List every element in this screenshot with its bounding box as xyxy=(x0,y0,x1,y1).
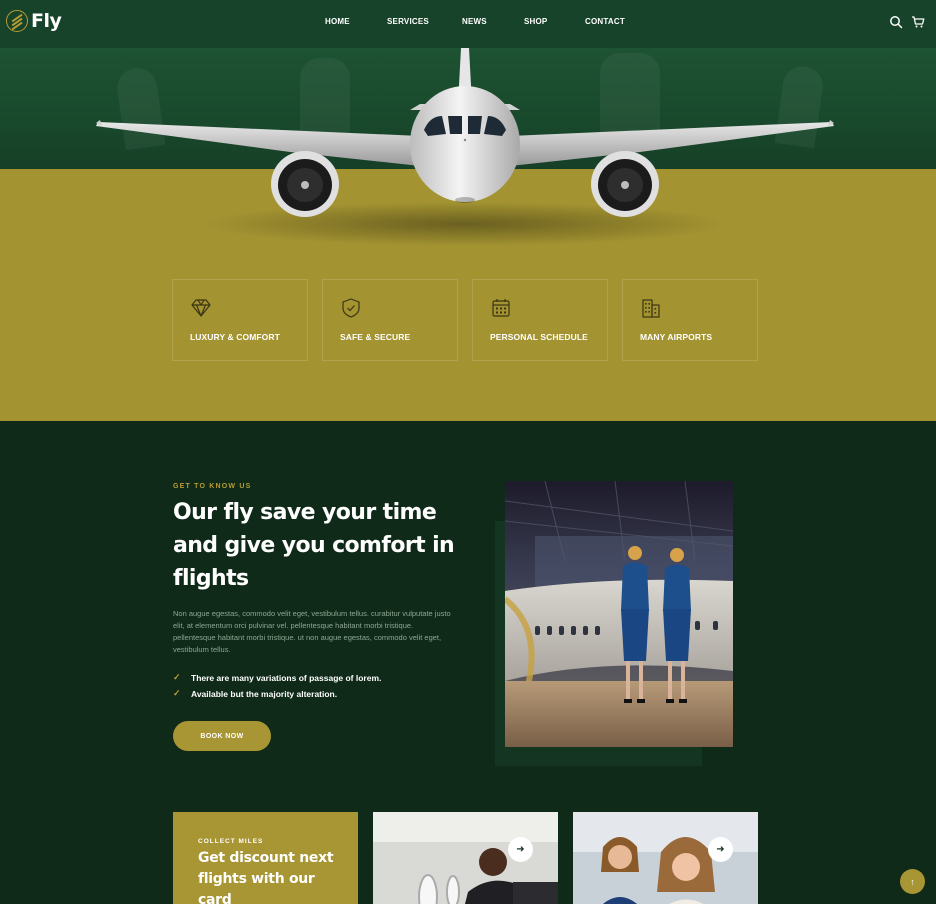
nav-contact[interactable]: CONTACT xyxy=(585,17,625,26)
diamond-icon xyxy=(191,299,211,317)
flight-attendants-photo xyxy=(505,481,733,747)
feature-label: PERSONAL SCHEDULE xyxy=(490,332,588,342)
feature-safe: SAFE & SECURE xyxy=(322,279,458,361)
nav-services[interactable]: SERVICES xyxy=(387,17,429,26)
about-eyebrow: GET TO KNOW US xyxy=(173,483,252,490)
search-icon[interactable] xyxy=(889,15,903,29)
feature-airports: MANY AIRPORTS xyxy=(622,279,758,361)
cart-icon[interactable] xyxy=(911,15,925,29)
nav-shop[interactable]: SHOP xyxy=(524,17,547,26)
card-title: Get discount next flights with our card xyxy=(198,850,334,904)
about-title: Our fly save your time and give you comf… xyxy=(173,500,455,591)
feature-label: SAFE & SECURE xyxy=(340,332,411,342)
main-nav: HOME SERVICES NEWS SHOP CONTACT xyxy=(0,17,936,31)
nav-home[interactable]: HOME xyxy=(325,17,350,26)
arrow-up-icon: ↑ xyxy=(910,876,915,887)
crew-photo-card[interactable]: ➜ xyxy=(573,812,758,904)
shield-check-icon xyxy=(342,298,360,318)
cabin-photo-card[interactable]: ➜ xyxy=(373,812,558,904)
check-icon: ✓ xyxy=(173,672,181,682)
feature-label: MANY AIRPORTS xyxy=(640,332,713,342)
feature-label: LUXURY & COMFORT xyxy=(190,332,280,342)
collect-miles-card[interactable]: COLLECT MILES Get discount next flights … xyxy=(173,812,358,904)
check-item: ✓ There are many variations of passage o… xyxy=(173,672,381,683)
check-text: Available but the majority alteration. xyxy=(191,688,338,699)
card-eyebrow: COLLECT MILES xyxy=(198,838,264,845)
book-now-button[interactable]: BOOK NOW xyxy=(173,721,271,751)
check-text: There are many variations of passage of … xyxy=(191,672,382,683)
check-icon: ✓ xyxy=(173,688,181,698)
nav-news[interactable]: NEWS xyxy=(462,17,487,26)
airplane-image xyxy=(96,48,834,246)
about-text: Non augue egestas, commodo velit eget, v… xyxy=(173,609,451,654)
building-icon xyxy=(642,299,660,318)
scroll-top-button[interactable]: ↑ xyxy=(900,869,925,894)
passenger-photo xyxy=(373,812,558,904)
arrow-right-icon[interactable]: ➜ xyxy=(708,837,733,862)
site-header: Fly HOME SERVICES NEWS SHOP CONTACT xyxy=(0,0,936,48)
calendar-icon xyxy=(492,299,510,317)
arrow-right-icon[interactable]: ➜ xyxy=(508,837,533,862)
feature-schedule: PERSONAL SCHEDULE xyxy=(472,279,608,361)
feature-luxury: LUXURY & COMFORT xyxy=(172,279,308,361)
check-item: ✓ Available but the majority alteration. xyxy=(173,688,337,699)
crew-photo xyxy=(573,812,758,904)
